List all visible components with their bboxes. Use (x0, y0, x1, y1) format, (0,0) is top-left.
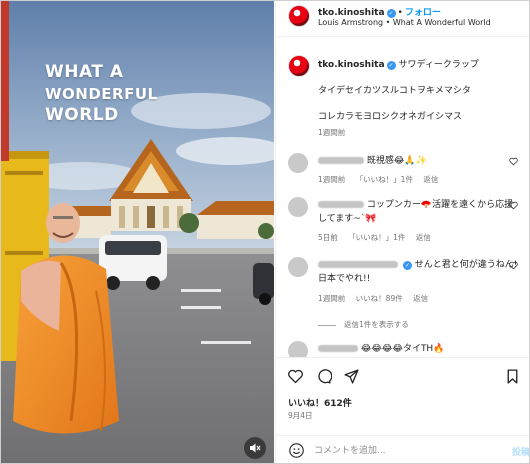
commenter-avatar[interactable] (288, 153, 308, 173)
commenter-username-blurred[interactable] (318, 201, 364, 208)
reply-button[interactable]: 返信 (413, 294, 428, 303)
share-icon[interactable] (343, 368, 360, 385)
author-avatar[interactable] (288, 5, 310, 27)
reel-video[interactable]: WHAT A WONDERFUL WORLD (1, 1, 274, 463)
caption-first-line: tko.kinoshita ✓ サワディークラップ (318, 57, 479, 70)
author-username-link[interactable]: tko.kinoshita (318, 8, 385, 18)
verified-badge-icon: ✓ (386, 9, 396, 18)
comment-icon[interactable] (315, 368, 332, 385)
header-user-row: tko.kinoshita ✓ • フォロー (318, 5, 441, 18)
comment-input[interactable] (314, 442, 484, 460)
commenter-username-blurred[interactable] (318, 345, 358, 352)
comment-time: 1週間前 (318, 294, 346, 303)
comment-meta: 1週間前 「いいね！」1件 返信 (318, 174, 446, 185)
comment-heart-icon[interactable] (509, 261, 518, 270)
caption-avatar[interactable] (288, 55, 310, 77)
comment-time: 5日前 (318, 233, 338, 242)
commenter-avatar[interactable] (288, 197, 308, 217)
comment-likes[interactable]: 「いいね！」1件 (356, 175, 413, 184)
comment-meta: 1週間前 いいね！89件 返信 (318, 293, 436, 304)
post-side-panel: tko.kinoshita ✓ • フォロー Louis Armstrong • Wh… (275, 1, 529, 463)
post-date: 9月4日 (288, 411, 313, 420)
replies-divider (318, 324, 336, 326)
commenter-username-blurred[interactable] (318, 157, 364, 164)
speaker-muted-icon (250, 443, 261, 453)
reply-button[interactable]: 返信 (423, 175, 438, 184)
overlay-line-3: WORLD (45, 105, 119, 126)
comment-likes[interactable]: いいね！89件 (356, 294, 403, 303)
comment-body: 😂😂😂😂タイTH🔥 (318, 342, 518, 356)
comment-time: 1週間前 (318, 175, 346, 184)
comment-body: ✓ せんと君と何が違うねん!日本でやれ!! (318, 258, 518, 286)
header-separator: • (397, 8, 403, 18)
comment-text: 😂😂😂😂タイTH🔥 (360, 344, 445, 354)
post-header: tko.kinoshita ✓ • フォロー Louis Armstrong • Wh… (276, 1, 529, 37)
comment-body: 既視感😂🙏✨ (318, 154, 518, 168)
post-actions: いいね！612件 9月4日 (276, 357, 529, 437)
view-replies-button[interactable]: 返信1件を表示する (318, 319, 409, 330)
caption-text-line-3: コレカラモヨロシクオネガイシマス (318, 112, 463, 122)
overlay-line-2: WONDERFUL (45, 84, 158, 103)
caption-timestamp: 1週間前 (318, 128, 346, 137)
comment-body: コップンカー🪭活躍を遠くから応援してます~`🎀 (318, 198, 518, 226)
like-count[interactable]: いいね！612件 (288, 396, 352, 409)
reply-button[interactable]: 返信 (416, 233, 431, 242)
heart-icon[interactable] (287, 368, 304, 385)
emoji-picker-icon[interactable] (288, 442, 305, 459)
comment-likes[interactable]: 「いいね！」1件 (348, 233, 405, 242)
caption-text-line-2: タイデセイカツスルコトヲキメマシタ (318, 86, 471, 96)
comment-heart-icon[interactable] (509, 201, 518, 210)
comment-composer: 投稿 (276, 435, 529, 463)
view-replies-label: 返信1件を表示する (344, 320, 409, 329)
video-title-overlay: WHAT A WONDERFUL WORLD (45, 63, 158, 125)
comment-text: 既視感😂🙏✨ (366, 156, 427, 166)
comment-meta: 5日前 「いいね！」1件 返信 (318, 232, 439, 243)
mute-button[interactable] (244, 437, 266, 459)
caption-text-line-1: サワディークラップ (398, 60, 479, 70)
overlay-line-1: WHAT A (45, 62, 124, 82)
bookmark-icon[interactable] (504, 368, 521, 385)
instagram-post-window: WHAT A WONDERFUL WORLD tko.kinoshita ✓ • フォ… (0, 0, 530, 464)
verified-badge-icon: ✓ (386, 61, 396, 70)
post-comment-button[interactable]: 投稿 (512, 445, 529, 458)
audio-track-link[interactable]: Louis Armstrong • What A Wonderful World (318, 18, 491, 27)
commenter-username-blurred[interactable] (318, 261, 398, 268)
verified-badge-icon: ✓ (402, 261, 412, 270)
follow-button[interactable]: フォロー (405, 8, 441, 18)
comment-heart-icon[interactable] (509, 157, 518, 166)
caption-username-link[interactable]: tko.kinoshita (318, 60, 385, 70)
commenter-avatar[interactable] (288, 257, 308, 277)
